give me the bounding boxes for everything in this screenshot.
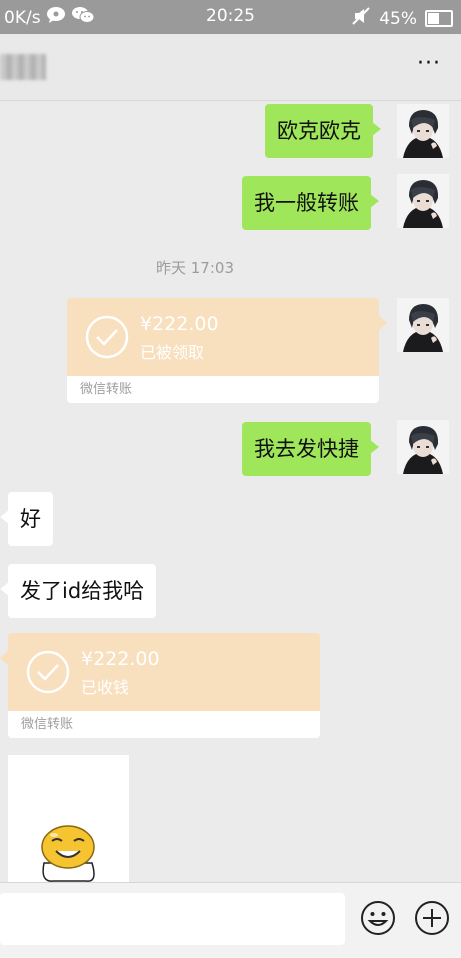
message-input[interactable] [0, 893, 345, 945]
transfer-status: 已被领取 [140, 343, 205, 362]
chat-area[interactable]: 欧克欧克 我一般转账 昨天 17:03 ¥222.00 已被领取 微信转账 我去… [0, 100, 461, 882]
transfer-label: 微信转账 [8, 711, 320, 738]
battery-icon [425, 10, 453, 27]
bubble-tail [0, 651, 8, 665]
received-message[interactable]: 好 [0, 492, 53, 546]
contact-name-blurred [0, 54, 46, 80]
transfer-amount: ¥222.00 [140, 313, 219, 335]
avatar[interactable] [397, 104, 449, 158]
more-icon[interactable]: ··· [417, 53, 441, 75]
sent-message[interactable]: 我去发快捷 [242, 422, 379, 476]
received-message[interactable]: 发了id给我哈 [0, 564, 157, 618]
transfer-card-top: ¥222.00 已收钱 [8, 633, 320, 711]
transfer-card-top: ¥222.00 已被领取 [67, 298, 379, 376]
battery-percent: 45% [379, 8, 417, 29]
avatar[interactable] [397, 298, 449, 352]
message-timestamp: 昨天 17:03 [156, 259, 234, 277]
status-bar: 0K/s 20:25 45% [0, 0, 461, 34]
sent-message[interactable]: 欧克欧克 [265, 104, 381, 158]
check-icon [26, 650, 70, 694]
transfer-card-received[interactable]: ¥222.00 已收钱 微信转账 [8, 633, 320, 738]
transfer-label: 微信转账 [67, 376, 379, 403]
transfer-status: 已收钱 [81, 678, 130, 697]
transfer-amount: ¥222.00 [81, 648, 160, 670]
sticker-message[interactable] [8, 755, 129, 882]
check-icon [85, 315, 129, 359]
plus-icon[interactable] [414, 900, 450, 936]
bubble-tail [379, 316, 387, 330]
status-right: 45% [351, 6, 453, 31]
emoji-icon[interactable] [360, 900, 396, 936]
avatar[interactable] [397, 174, 449, 228]
mute-icon [351, 6, 371, 31]
smiley-sticker-icon [41, 825, 95, 882]
chat-header: ··· [0, 34, 461, 101]
transfer-card-sent[interactable]: ¥222.00 已被领取 微信转账 [67, 298, 379, 403]
sent-message[interactable]: 我一般转账 [242, 176, 379, 230]
avatar[interactable] [397, 420, 449, 474]
input-bar [0, 882, 461, 958]
